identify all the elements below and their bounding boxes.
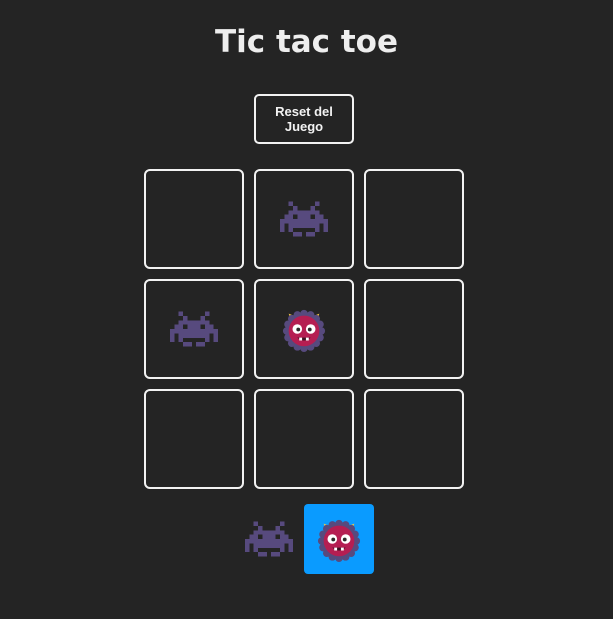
turn-x <box>234 504 304 574</box>
reset-game-button[interactable]: Reset del Juego <box>254 94 354 144</box>
board-cell-1[interactable] <box>144 169 244 269</box>
board-cell-6[interactable] <box>364 279 464 379</box>
ogre-icon <box>316 516 362 562</box>
board-cell-3[interactable] <box>364 169 464 269</box>
board-cell-5[interactable] <box>254 279 354 379</box>
alien-monster-icon <box>170 310 218 348</box>
page-title: Tic tac toe <box>215 24 398 60</box>
board-cell-9[interactable] <box>364 389 464 489</box>
board-cell-7[interactable] <box>144 389 244 489</box>
ogre-icon <box>281 306 327 352</box>
board-cell-8[interactable] <box>254 389 354 489</box>
turn-indicator <box>234 504 374 574</box>
turn-o <box>304 504 374 574</box>
board-cell-4[interactable] <box>144 279 244 379</box>
alien-monster-icon <box>245 520 293 558</box>
alien-monster-icon <box>280 200 328 238</box>
game-board <box>144 169 464 489</box>
board-cell-2[interactable] <box>254 169 354 269</box>
